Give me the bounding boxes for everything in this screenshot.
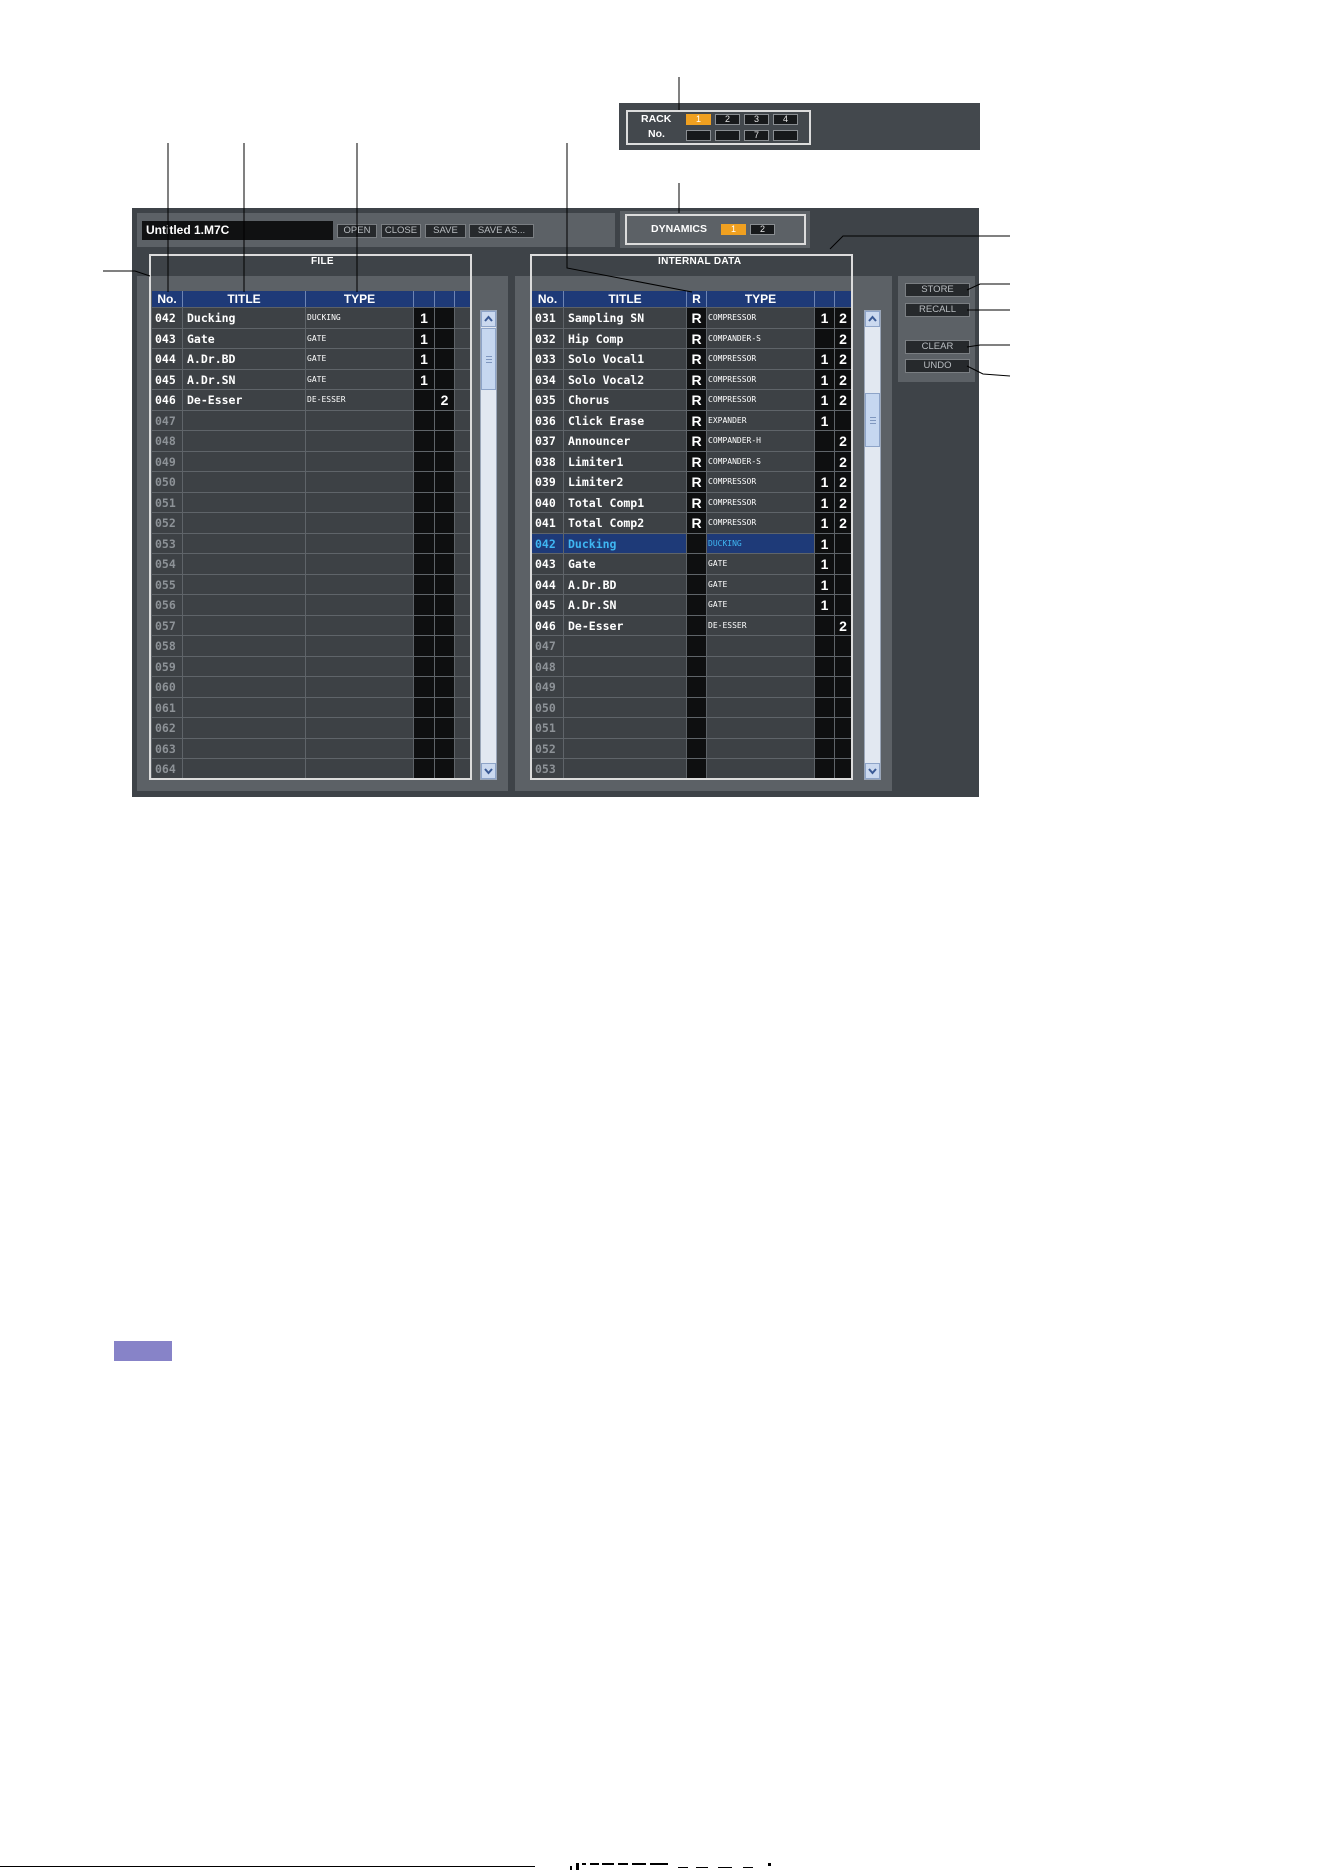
- chevron-up-icon: [868, 315, 877, 322]
- scroll-thumb[interactable]: [865, 393, 880, 447]
- save-button[interactable]: SAVE: [425, 224, 466, 238]
- open-button[interactable]: OPEN: [337, 224, 377, 238]
- grip-line: [486, 362, 492, 363]
- scroll-down-button[interactable]: [865, 763, 880, 779]
- chevron-down-icon: [484, 768, 493, 775]
- close-button[interactable]: CLOSE: [381, 224, 421, 238]
- file-scrollbar[interactable]: [480, 310, 497, 780]
- recall-button[interactable]: RECALL: [905, 303, 970, 317]
- rack-callout-box: [626, 110, 811, 145]
- note-label-box: [114, 1341, 172, 1361]
- save-as-button[interactable]: SAVE AS...: [469, 224, 534, 238]
- grip-line: [486, 356, 492, 357]
- undo-button[interactable]: UNDO: [905, 359, 970, 373]
- internal-scrollbar[interactable]: [864, 310, 881, 780]
- clear-button[interactable]: CLEAR: [905, 340, 970, 354]
- scroll-up-button[interactable]: [481, 311, 496, 327]
- scroll-thumb[interactable]: [481, 328, 496, 390]
- grip-line: [870, 420, 876, 421]
- file-callout-box: [149, 254, 472, 780]
- filename-field[interactable]: Untitled 1.M7C: [142, 221, 333, 240]
- chevron-up-icon: [484, 315, 493, 322]
- grip-line: [870, 417, 876, 418]
- scroll-up-button[interactable]: [865, 311, 880, 327]
- store-button[interactable]: STORE: [905, 283, 970, 297]
- internal-callout-box: [530, 254, 853, 780]
- page-divider: [0, 1866, 535, 1867]
- scroll-down-button[interactable]: [481, 763, 496, 779]
- chevron-down-icon: [868, 768, 877, 775]
- grip-line: [870, 423, 876, 424]
- grip-line: [486, 359, 492, 360]
- dynamics-callout-box: [625, 214, 806, 245]
- cropped-text-fragments: [570, 1863, 771, 1870]
